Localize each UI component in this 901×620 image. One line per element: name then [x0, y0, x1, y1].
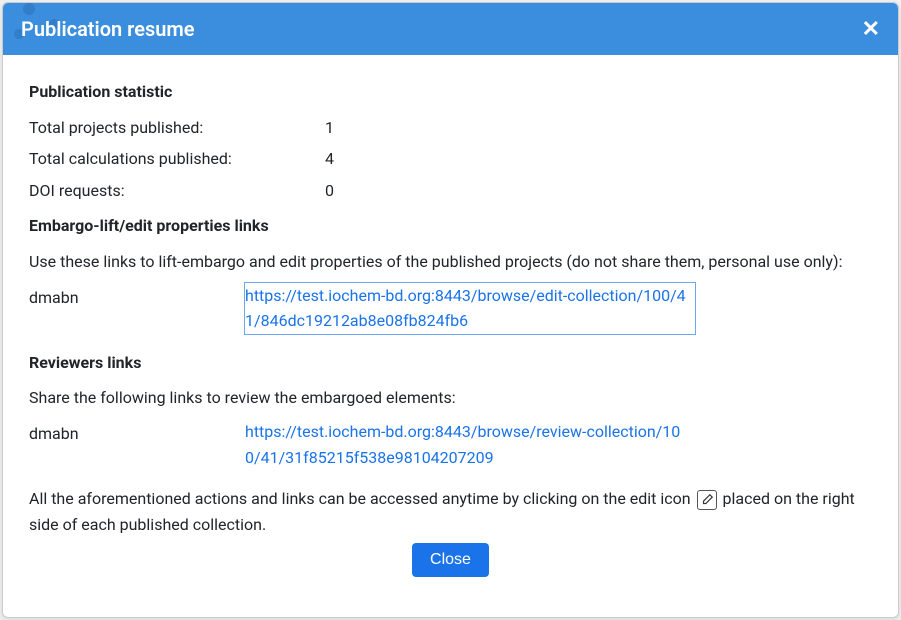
reviewers-link-row: dmabn https://test.iochem-bd.org:8443/br… [29, 419, 872, 470]
publication-resume-modal: Publication resume ✕ Publication statist… [2, 2, 899, 618]
publication-statistic-heading: Publication statistic [29, 79, 872, 105]
footer-note-part1: All the aforementioned actions and links… [29, 489, 695, 508]
modal-body: Publication statistic Total projects pub… [3, 55, 898, 617]
modal-title: Publication resume [21, 17, 195, 41]
modal-header: Publication resume ✕ [3, 3, 898, 55]
embargo-instruction: Use these links to lift-embargo and edit… [29, 249, 872, 275]
embargo-link-cell: https://test.iochem-bd.org:8443/browse/e… [245, 283, 695, 334]
stat-label-doi: DOI requests: [29, 178, 325, 204]
stat-label-calculations: Total calculations published: [29, 146, 325, 172]
modal-footer: Close [29, 537, 872, 599]
stat-value-doi: 0 [325, 178, 872, 204]
reviewers-review-link[interactable]: https://test.iochem-bd.org:8443/browse/r… [245, 419, 695, 470]
embargo-edit-link[interactable]: https://test.iochem-bd.org:8443/browse/e… [245, 283, 695, 334]
embargo-link-label: dmabn [29, 283, 245, 334]
reviewers-link-cell: https://test.iochem-bd.org:8443/browse/r… [245, 419, 695, 470]
stat-value-calculations: 4 [325, 146, 872, 172]
embargo-section: Embargo-lift/edit properties links Use t… [29, 213, 872, 333]
reviewers-instruction: Share the following links to review the … [29, 385, 872, 411]
embargo-heading: Embargo-lift/edit properties links [29, 213, 872, 239]
edit-icon [697, 490, 717, 510]
close-button[interactable]: Close [412, 543, 489, 577]
stat-row: Total calculations published: 4 [29, 146, 872, 172]
reviewers-heading: Reviewers links [29, 350, 872, 376]
stat-row: DOI requests: 0 [29, 178, 872, 204]
embargo-link-row: dmabn https://test.iochem-bd.org:8443/br… [29, 283, 872, 334]
stat-row: Total projects published: 1 [29, 115, 872, 141]
close-icon: ✕ [862, 16, 880, 41]
close-icon-button[interactable]: ✕ [862, 18, 880, 40]
reviewers-section: Reviewers links Share the following link… [29, 350, 872, 470]
stat-value-projects: 1 [325, 115, 872, 141]
reviewers-link-label: dmabn [29, 419, 245, 470]
footer-note: All the aforementioned actions and links… [29, 486, 872, 537]
stat-label-projects: Total projects published: [29, 115, 325, 141]
